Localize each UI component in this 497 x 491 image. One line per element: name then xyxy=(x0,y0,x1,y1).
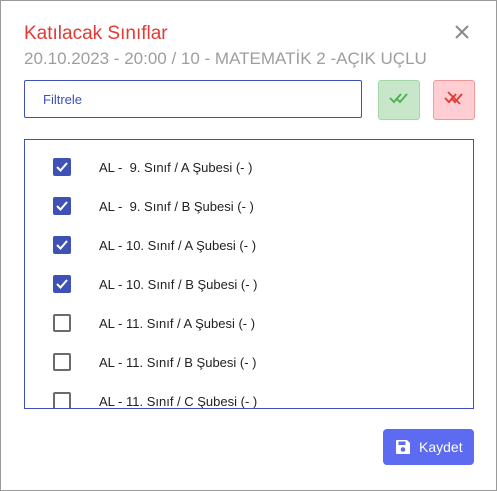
dialog-subtitle: 20.10.2023 - 20:00 / 10 - MATEMATİK 2 -A… xyxy=(24,49,427,68)
class-label: AL - 11. Sınıf / B Şubesi (- ) xyxy=(99,354,257,370)
deselect-all-button[interactable] xyxy=(433,80,475,120)
save-icon xyxy=(395,439,411,455)
checkbox[interactable] xyxy=(53,314,71,332)
filter-input[interactable] xyxy=(24,80,362,118)
list-item[interactable]: AL - 11. Sınıf / A Şubesi (- ) xyxy=(25,304,473,342)
checkbox[interactable] xyxy=(53,353,71,371)
list-item[interactable]: AL - 11. Sınıf / B Şubesi (- ) xyxy=(25,343,473,381)
checkbox[interactable] xyxy=(53,275,71,293)
checkbox[interactable] xyxy=(53,158,71,176)
checkbox[interactable] xyxy=(53,197,71,215)
class-label: AL - 11. Sınıf / C Şubesi (- ) xyxy=(99,393,258,409)
select-all-button[interactable] xyxy=(378,80,420,120)
list-item[interactable]: AL - 9. Sınıf / B Şubesi (- ) xyxy=(25,187,473,225)
class-label: AL - 10. Sınıf / A Şubesi (- ) xyxy=(99,237,257,253)
checkbox[interactable] xyxy=(53,392,71,408)
checkbox[interactable] xyxy=(53,236,71,254)
class-label: AL - 9. Sınıf / A Şubesi (- ) xyxy=(99,159,253,175)
list-item[interactable]: AL - 11. Sınıf / C Şubesi (- ) xyxy=(25,382,473,409)
list-item[interactable]: AL - 10. Sınıf / A Şubesi (- ) xyxy=(25,226,473,264)
class-label: AL - 10. Sınıf / B Şubesi (- ) xyxy=(99,276,258,292)
save-label: Kaydet xyxy=(419,439,463,455)
dialog-title: Katılacak Sınıflar xyxy=(24,23,168,44)
class-list[interactable]: AL - 9. Sınıf / A Şubesi (- ) AL - 9. Sı… xyxy=(24,139,474,409)
close-icon[interactable] xyxy=(451,21,473,43)
list-item[interactable]: AL - 10. Sınıf / B Şubesi (- ) xyxy=(25,265,473,303)
class-label: AL - 9. Sınıf / B Şubesi (- ) xyxy=(99,198,254,214)
double-check-off-icon xyxy=(444,90,464,111)
dialog: Katılacak Sınıflar 20.10.2023 - 20:00 / … xyxy=(0,0,497,491)
save-button[interactable]: Kaydet xyxy=(383,429,474,465)
class-label: AL - 11. Sınıf / A Şubesi (- ) xyxy=(99,315,256,331)
double-check-icon xyxy=(389,91,409,110)
list-item[interactable]: AL - 9. Sınıf / A Şubesi (- ) xyxy=(25,148,473,186)
